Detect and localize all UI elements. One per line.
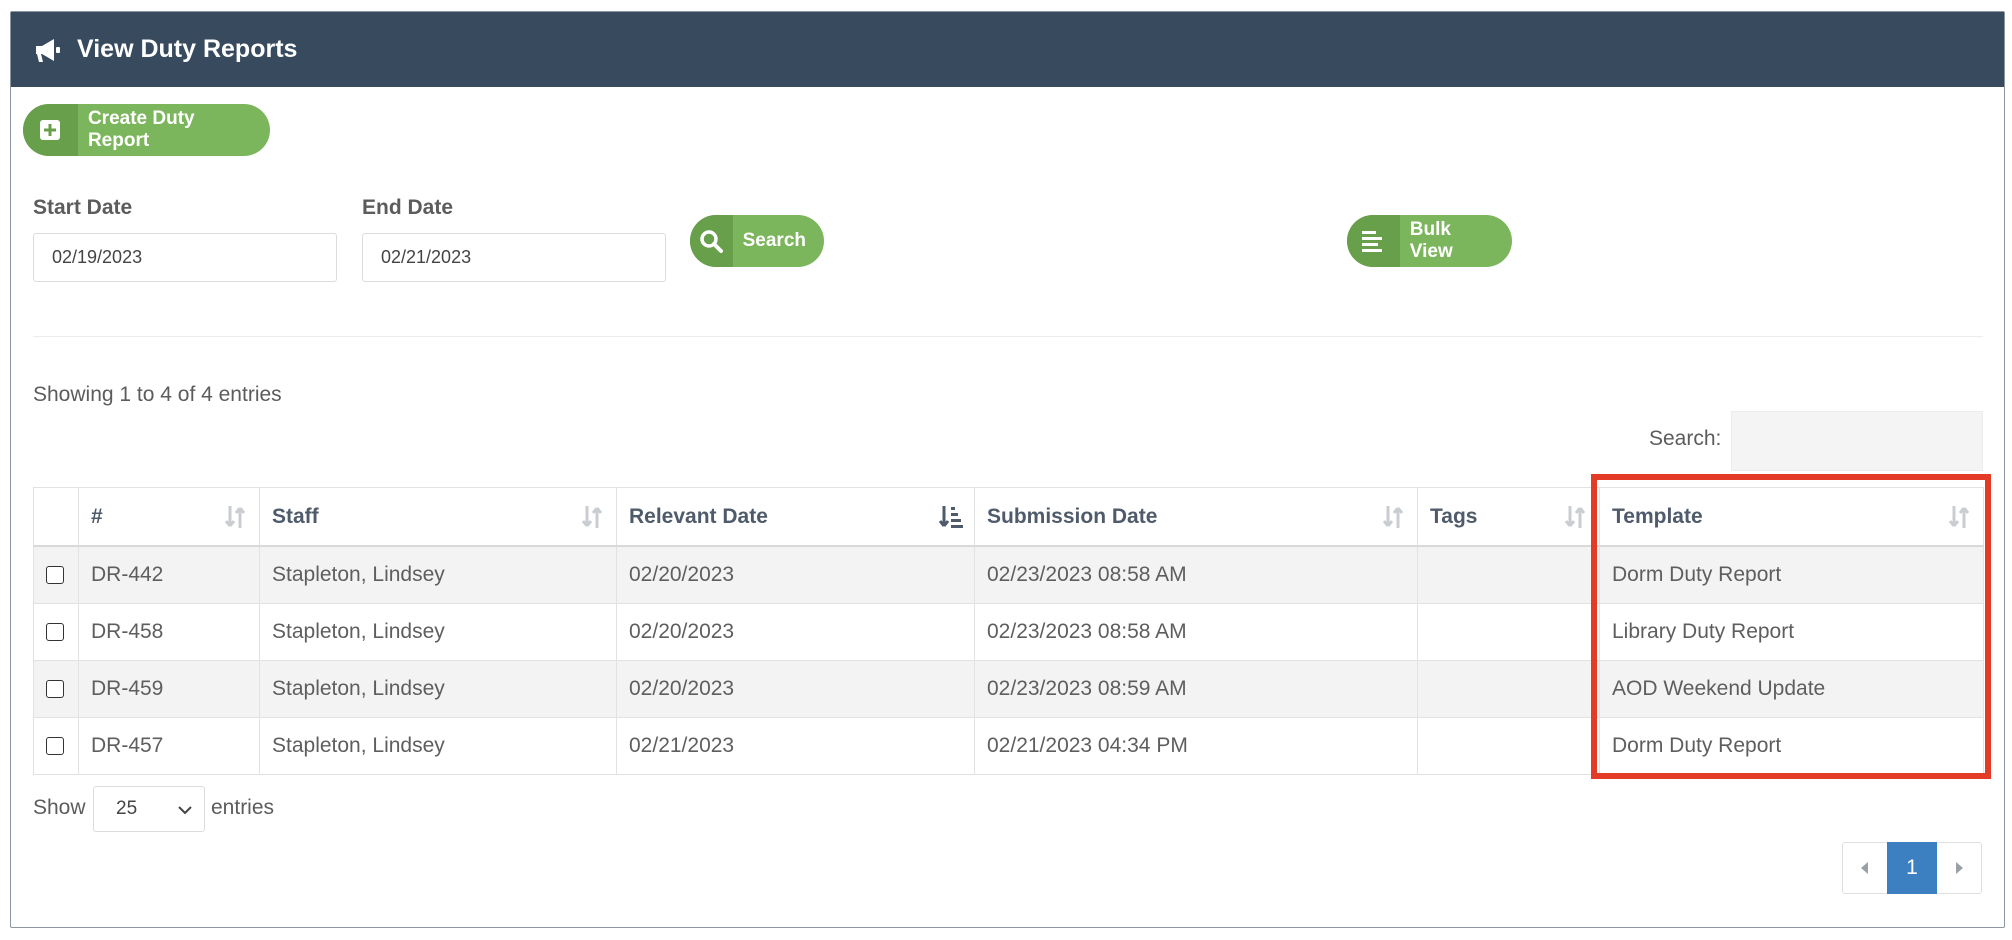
row-select-cell [33, 603, 79, 661]
plus-square-icon [23, 104, 78, 156]
cell-staff: Stapleton, Lindsey [259, 545, 617, 604]
page-length-select[interactable]: 25 [93, 786, 205, 832]
page-title: View Duty Reports [77, 35, 298, 63]
page-1-button[interactable]: 1 [1887, 842, 1937, 894]
row-select-cell [33, 545, 79, 604]
duty-reports-panel: View Duty Reports [10, 11, 2005, 928]
entries-label: entries [211, 796, 275, 819]
cell-staff: Stapleton, Lindsey [259, 660, 617, 718]
column-label: Template [1612, 504, 1703, 528]
cell-relevant-date: 02/21/2023 [616, 717, 975, 775]
row-checkbox[interactable] [46, 566, 64, 585]
table-search-input[interactable] [1731, 411, 1983, 471]
megaphone-icon [36, 38, 60, 62]
align-left-icon [1347, 215, 1400, 267]
search-button-label: Search [742, 230, 806, 251]
sort-ascending-icon [938, 505, 963, 528]
cell-id[interactable]: DR-442 [78, 545, 260, 604]
caret-left-icon [1861, 862, 1868, 874]
duty-reports-table: # Staff Relevant Date Submission Date Ta… [33, 487, 1984, 775]
show-label: Show [33, 796, 86, 819]
cell-template: Dorm Duty Report [1599, 545, 1984, 604]
select-column-header [33, 487, 79, 547]
row-checkbox[interactable] [46, 680, 64, 699]
cell-tags [1417, 545, 1600, 604]
next-page-button[interactable] [1937, 842, 1982, 894]
column-header-relevant-date[interactable]: Relevant Date [616, 487, 975, 547]
cell-id[interactable]: DR-458 [78, 603, 260, 661]
column-label: Tags [1430, 504, 1478, 528]
row-select-cell [33, 660, 79, 718]
cell-id[interactable]: DR-457 [78, 717, 260, 775]
table-row[interactable]: DR-458 Stapleton, Lindsey 02/20/2023 02/… [33, 603, 1984, 661]
column-header-submission-date[interactable]: Submission Date [974, 487, 1418, 547]
cell-template: Library Duty Report [1599, 603, 1984, 661]
panel-header: View Duty Reports [11, 12, 2004, 87]
sort-icon [1948, 505, 1970, 528]
previous-page-button[interactable] [1842, 842, 1887, 894]
cell-template: Dorm Duty Report [1599, 717, 1984, 775]
cell-submission-date: 02/23/2023 08:59 AM [974, 660, 1418, 718]
column-header-id[interactable]: # [78, 487, 260, 547]
cell-submission-date: 02/21/2023 04:34 PM [974, 717, 1418, 775]
bulk-view-button[interactable]: Bulk View [1347, 215, 1512, 267]
cell-relevant-date: 02/20/2023 [616, 545, 975, 604]
cell-template: AOD Weekend Update [1599, 660, 1984, 718]
row-checkbox[interactable] [46, 737, 64, 756]
column-label: Submission Date [987, 504, 1158, 528]
row-checkbox[interactable] [46, 623, 64, 642]
create-button-label: Create Duty Report [87, 108, 195, 151]
table-row[interactable]: DR-457 Stapleton, Lindsey 02/21/2023 02/… [33, 717, 1984, 775]
sort-icon [1564, 505, 1586, 528]
column-label: Relevant Date [629, 504, 768, 528]
cell-staff: Stapleton, Lindsey [259, 717, 617, 775]
chevron-down-icon [178, 806, 192, 815]
cell-submission-date: 02/23/2023 08:58 AM [974, 603, 1418, 661]
end-date-label: End Date [362, 196, 454, 219]
cell-staff: Stapleton, Lindsey [259, 603, 617, 661]
bulk-view-label: Bulk View [1409, 219, 1453, 262]
column-label: Staff [272, 504, 319, 528]
create-duty-report-button[interactable]: Create Duty Report [23, 104, 270, 156]
column-header-staff[interactable]: Staff [259, 487, 617, 547]
cell-id[interactable]: DR-459 [78, 660, 260, 718]
cell-tags [1417, 603, 1600, 661]
sort-icon [581, 505, 603, 528]
cell-submission-date: 02/23/2023 08:58 AM [974, 545, 1418, 604]
column-label: # [91, 504, 103, 528]
table-search-label: Search: [1649, 427, 1722, 450]
start-date-input[interactable] [33, 233, 337, 282]
table-row[interactable]: DR-459 Stapleton, Lindsey 02/20/2023 02/… [33, 660, 1984, 718]
cell-tags [1417, 660, 1600, 718]
table-info: Showing 1 to 4 of 4 entries [33, 383, 282, 406]
column-header-tags[interactable]: Tags [1417, 487, 1600, 547]
start-date-label: Start Date [33, 196, 133, 219]
sort-icon [224, 505, 246, 528]
table-header-row: # Staff Relevant Date Submission Date Ta… [33, 487, 1984, 547]
sort-icon [1382, 505, 1404, 528]
cell-tags [1417, 717, 1600, 775]
pagination: 1 [1842, 842, 1982, 894]
table-row[interactable]: DR-442 Stapleton, Lindsey 02/20/2023 02/… [33, 545, 1984, 604]
row-select-cell [33, 717, 79, 775]
column-header-template[interactable]: Template [1599, 487, 1984, 547]
caret-right-icon [1956, 862, 1963, 874]
search-button[interactable]: Search [690, 215, 824, 267]
cell-relevant-date: 02/20/2023 [616, 603, 975, 661]
cell-relevant-date: 02/20/2023 [616, 660, 975, 718]
end-date-input[interactable] [362, 233, 666, 282]
page-length-value: 25 [116, 798, 138, 819]
divider [33, 336, 1983, 337]
